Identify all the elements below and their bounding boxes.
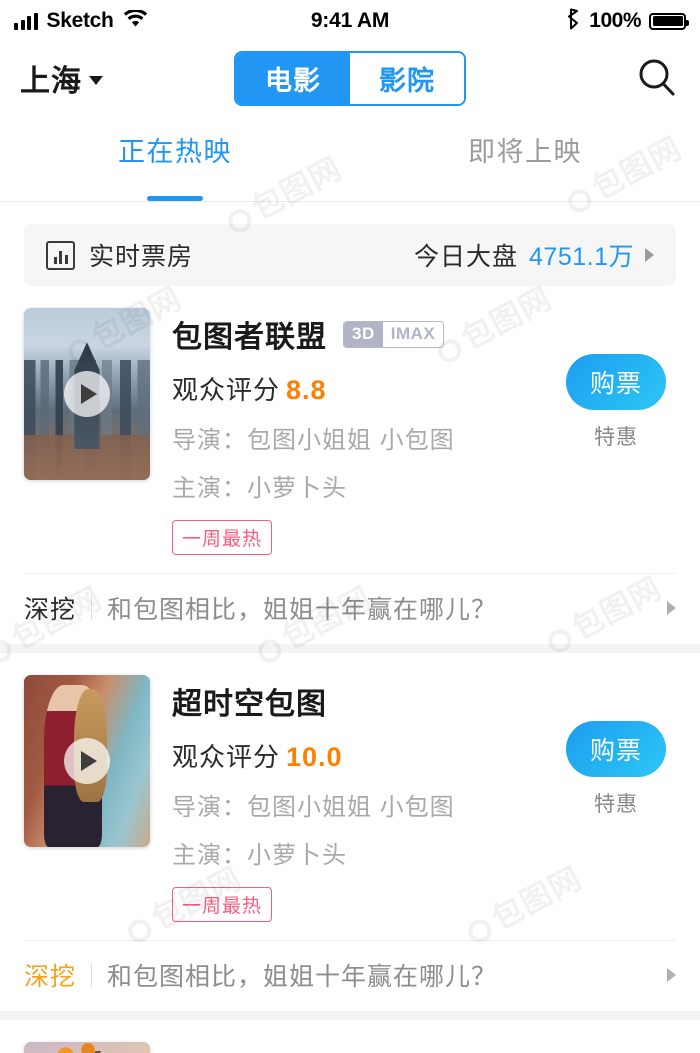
status-bar: Sketch 9:41 AM 100%: [0, 0, 700, 42]
movie-info: 包图姐姐的时代: [150, 1042, 556, 1053]
movie-director: 导演：包图小姐姐 小包图: [172, 427, 455, 454]
app-root: Sketch 9:41 AM 100% 上海 电影 影院 正在热映 即将上映 实…: [0, 0, 700, 1053]
play-icon[interactable]: [64, 738, 110, 784]
movie-title: 包图者联盟: [172, 321, 327, 354]
bluetooth-icon: [566, 8, 581, 35]
buy-ticket-button[interactable]: 购票: [566, 721, 666, 777]
score-label: 观众评分: [172, 375, 281, 405]
city-selector[interactable]: 上海: [20, 56, 103, 100]
caret-down-icon: [89, 76, 103, 85]
box-office-title: 实时票房: [89, 243, 194, 271]
dig-separator: [91, 963, 93, 987]
movie-main-row: 超时空包图 观众评分 10.0 导演：包图小姐姐 小包图 主演：小萝卜头 一周最热…: [24, 675, 676, 922]
segment-movies[interactable]: 电影: [236, 52, 350, 104]
clock-label: 9:41 AM: [310, 9, 390, 32]
movie-poster[interactable]: [24, 675, 150, 847]
dig-separator: [91, 596, 93, 620]
movie-main-row: 包图姐姐的时代: [24, 1042, 676, 1053]
movie-director: 导演：包图小姐姐 小包图: [172, 794, 455, 821]
tab-now-showing-label: 正在热映: [118, 137, 232, 167]
hot-badge: 一周最热: [172, 520, 273, 555]
bar-chart-icon: [46, 240, 75, 270]
movie-title-row: 包图者联盟 3D IMAX: [172, 312, 556, 356]
poster-artwork-autumn-tree: [24, 1042, 150, 1053]
battery-full-icon: [649, 12, 689, 30]
movie-poster[interactable]: [24, 1042, 150, 1053]
segment-movies-label: 电影: [265, 65, 321, 96]
dig-text: 和包图相比，姐姐十年赢在哪儿？: [107, 596, 498, 624]
chevron-right-icon: [667, 601, 676, 615]
segmented-control: 电影 影院: [234, 50, 466, 106]
movie-cast: 主演：小萝卜头: [172, 475, 347, 502]
signal-bars-icon: [14, 12, 38, 30]
tab-coming-soon-label: 即将上映: [468, 137, 582, 167]
movie-poster[interactable]: [24, 308, 150, 480]
segment-cinemas-label: 影院: [379, 65, 435, 96]
dig-text: 和包图相比，姐姐十年赢在哪儿？: [107, 963, 498, 991]
buy-column: [556, 1042, 676, 1053]
wifi-icon: [123, 8, 148, 33]
movie-score-row: 观众评分 8.8: [172, 370, 556, 407]
movie-title: 包图姐姐的时代: [172, 1046, 389, 1053]
movie-main-row: 包图者联盟 3D IMAX 观众评分 8.8 导演：包图小姐姐 小包图 主演：小萝…: [24, 308, 676, 555]
tab-active-underline: [147, 196, 203, 201]
movie-title-row: 包图姐姐的时代: [172, 1046, 556, 1053]
movie-card[interactable]: 包图姐姐的时代: [0, 1020, 700, 1053]
dig-deeper-row[interactable]: 深挖 和包图相比，姐姐十年赢在哪儿？: [24, 573, 676, 644]
tab-now-showing[interactable]: 正在热映: [0, 114, 350, 201]
buy-column: 购票 特惠: [556, 308, 676, 555]
nav-bar: 上海 电影 影院: [0, 42, 700, 114]
segment-cinemas[interactable]: 影院: [350, 52, 464, 104]
buy-promo-label: 特惠: [594, 793, 638, 816]
box-office-label: 今日大盘: [414, 243, 519, 271]
card-divider: [0, 1011, 700, 1020]
box-office-section: 实时票房 今日大盘 4751.1万: [0, 202, 700, 286]
battery-percent-label: 100%: [589, 9, 641, 32]
format-badge-imax: IMAX: [382, 321, 444, 347]
box-office-banner[interactable]: 实时票房 今日大盘 4751.1万: [24, 224, 676, 286]
box-office-value: 4751.1万: [529, 243, 634, 271]
play-icon[interactable]: [64, 371, 110, 417]
buy-ticket-button[interactable]: 购票: [566, 354, 666, 410]
carrier-label: Sketch: [46, 9, 114, 32]
buy-promo-label: 特惠: [594, 426, 638, 449]
movie-title-row: 超时空包图: [172, 679, 556, 723]
format-badge-group: 3D IMAX: [343, 320, 445, 348]
buy-column: 购票 特惠: [556, 675, 676, 922]
movie-card[interactable]: 包图者联盟 3D IMAX 观众评分 8.8 导演：包图小姐姐 小包图 主演：小萝…: [0, 286, 700, 644]
movie-card[interactable]: 超时空包图 观众评分 10.0 导演：包图小姐姐 小包图 主演：小萝卜头 一周最热…: [0, 653, 700, 1011]
movie-list: 包图者联盟 3D IMAX 观众评分 8.8 导演：包图小姐姐 小包图 主演：小萝…: [0, 286, 700, 1053]
score-label: 观众评分: [172, 742, 281, 772]
hot-badge: 一周最热: [172, 887, 273, 922]
city-label: 上海: [20, 65, 82, 98]
movie-cast: 主演：小萝卜头: [172, 842, 347, 869]
dig-tag: 深挖: [24, 963, 77, 991]
card-divider: [0, 644, 700, 653]
box-office-right: 今日大盘 4751.1万: [414, 237, 654, 273]
dig-tag: 深挖: [24, 596, 77, 624]
chevron-right-icon: [667, 968, 676, 982]
movie-score-row: 观众评分 10.0: [172, 737, 556, 774]
tab-bar: 正在热映 即将上映: [0, 114, 700, 202]
chevron-right-icon: [645, 248, 654, 262]
movie-info: 包图者联盟 3D IMAX 观众评分 8.8 导演：包图小姐姐 小包图 主演：小萝…: [150, 308, 556, 555]
dig-deeper-row[interactable]: 深挖 和包图相比，姐姐十年赢在哪儿？: [24, 940, 676, 1011]
status-bar-right: 100%: [566, 8, 689, 35]
score-value: 10.0: [286, 742, 343, 772]
format-badge-3d: 3D: [344, 321, 383, 347]
search-icon[interactable]: [634, 55, 680, 101]
movie-info: 超时空包图 观众评分 10.0 导演：包图小姐姐 小包图 主演：小萝卜头 一周最热: [150, 675, 556, 922]
score-value: 8.8: [286, 375, 327, 405]
movie-title: 超时空包图: [172, 688, 327, 721]
status-bar-left: Sketch: [14, 8, 148, 33]
tab-coming-soon[interactable]: 即将上映: [350, 114, 700, 201]
